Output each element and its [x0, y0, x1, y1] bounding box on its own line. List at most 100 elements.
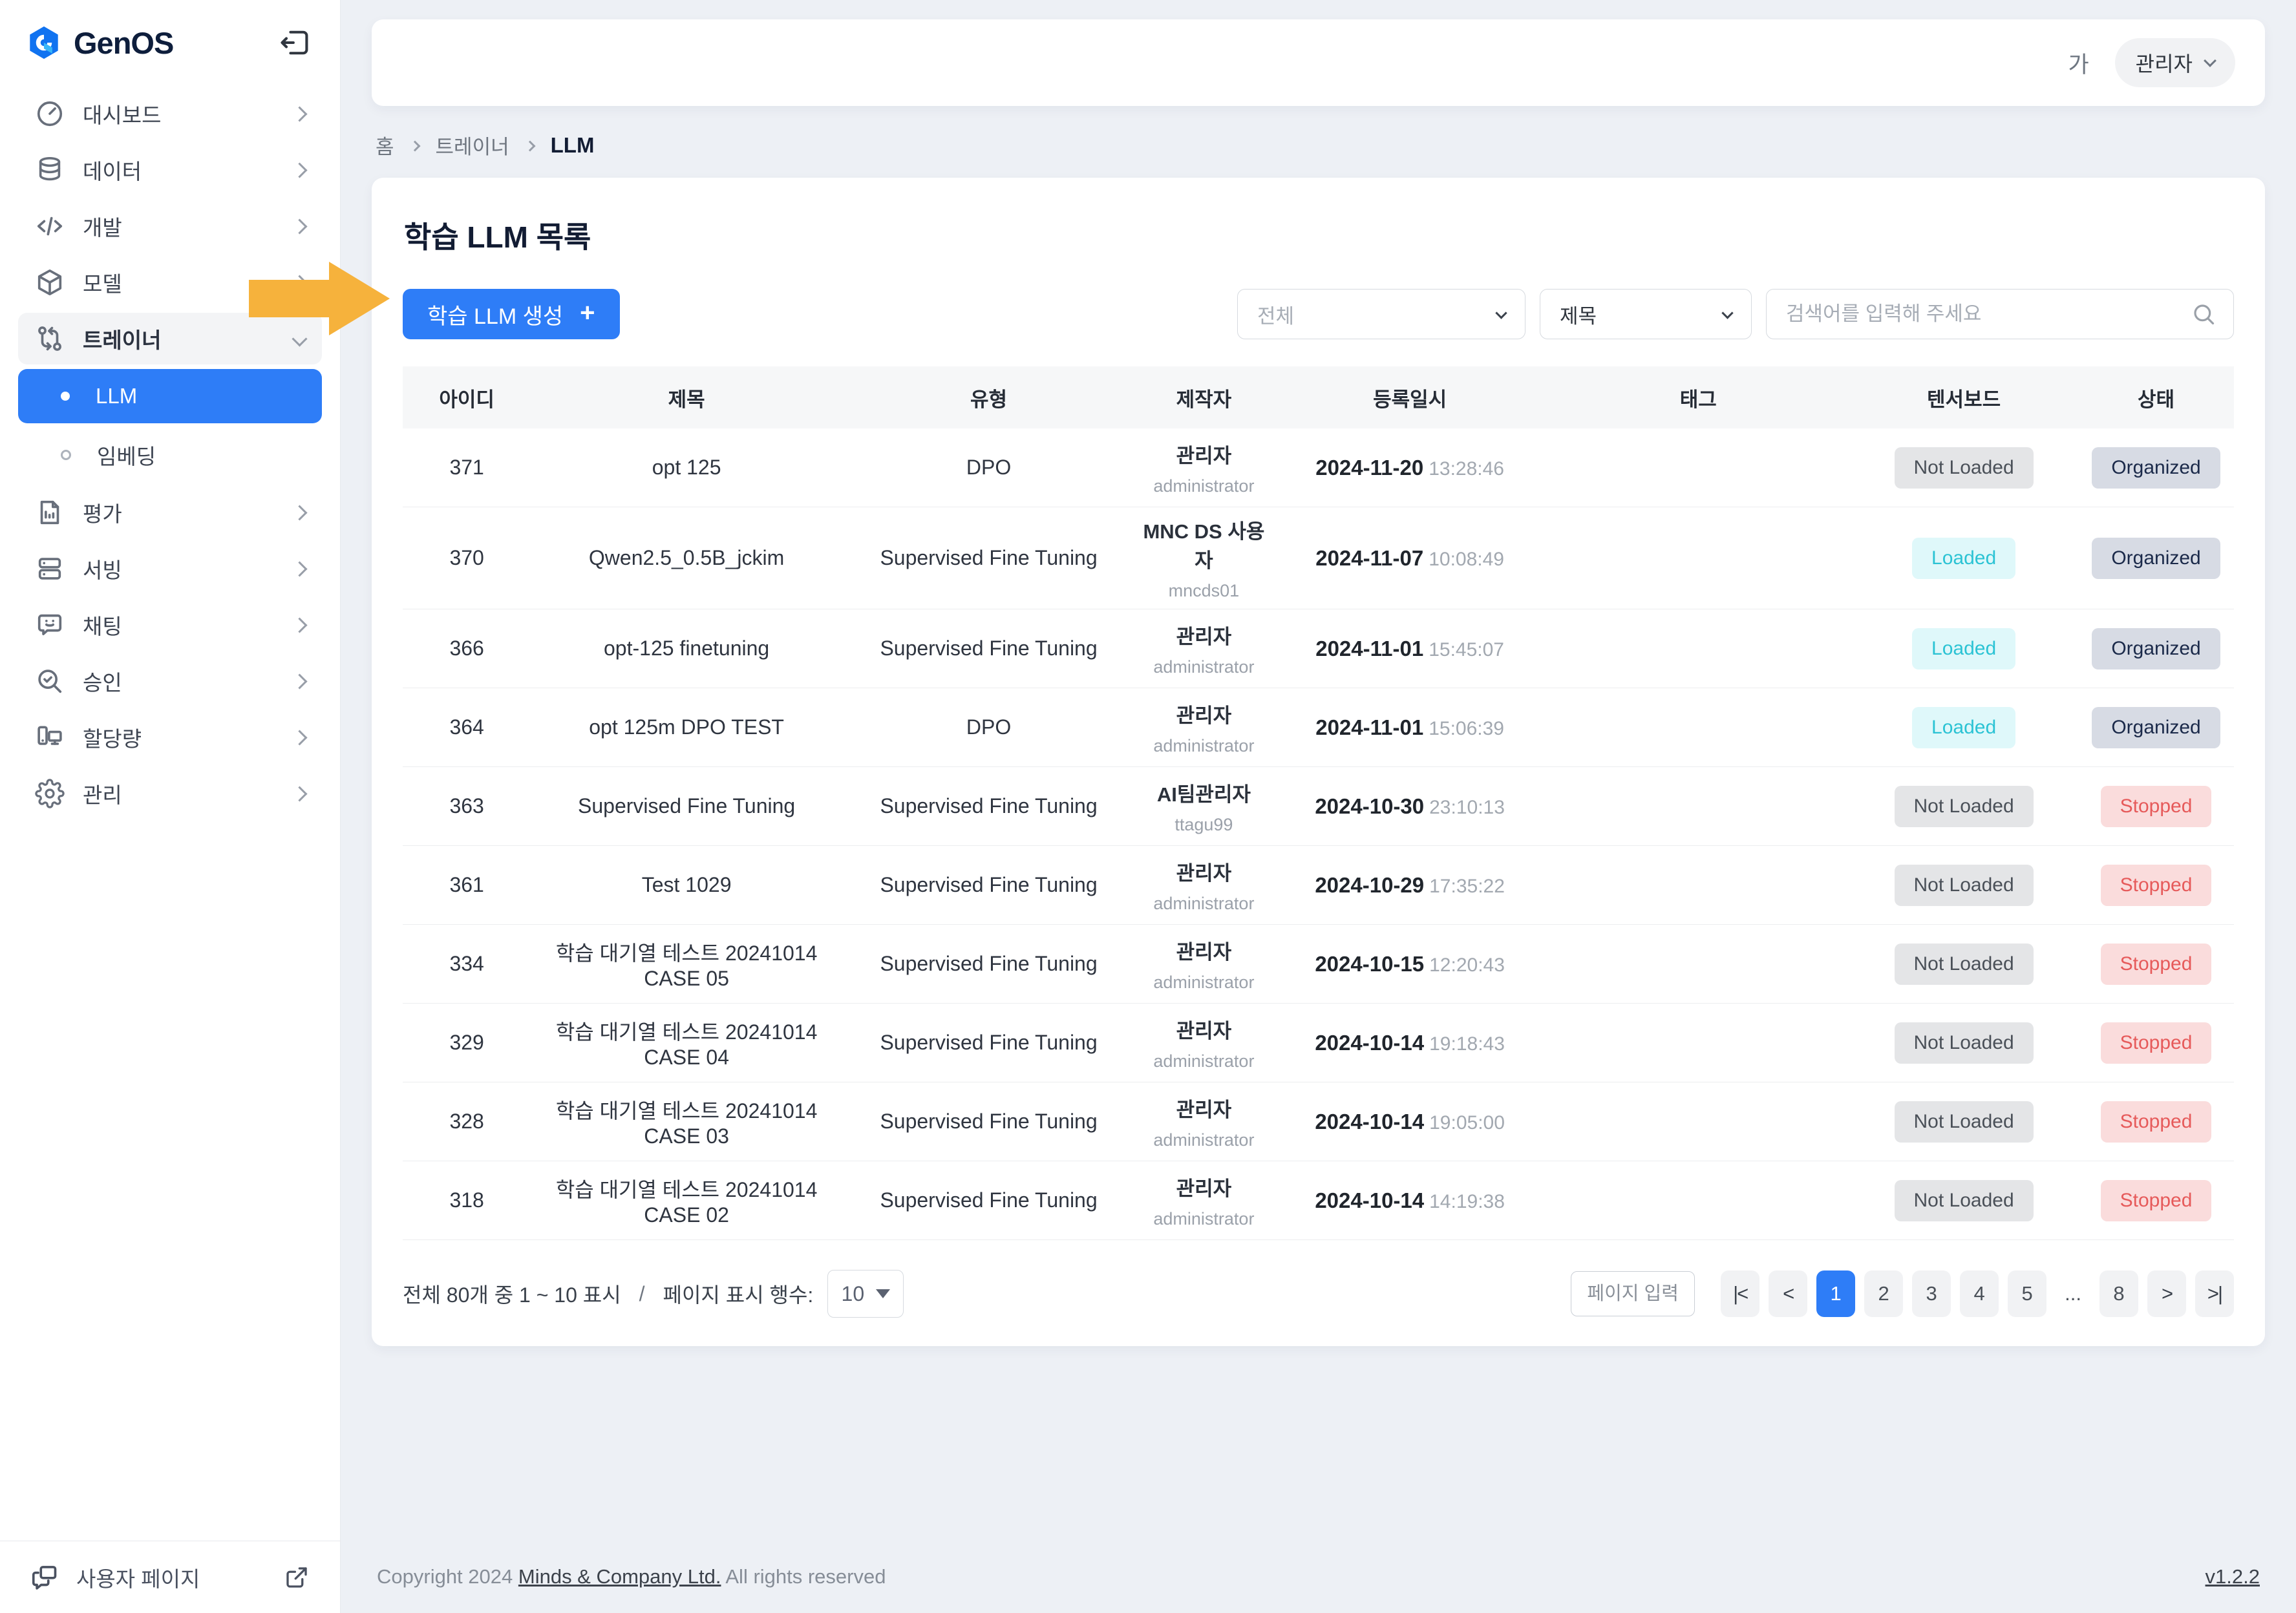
breadcrumb-trainer[interactable]: 트레이너	[436, 131, 509, 160]
sidebar-item-dashboard[interactable]: 대시보드	[18, 88, 322, 140]
next-page-button[interactable]: >	[2147, 1270, 2186, 1317]
first-page-button[interactable]: |<	[1721, 1270, 1759, 1317]
sidebar-item-quota[interactable]: 할당량	[18, 712, 322, 763]
cell-id: 318	[403, 1188, 531, 1212]
cell-title: opt 125m DPO TEST	[531, 715, 842, 739]
chat-bubbles-icon	[30, 1563, 59, 1592]
status-badge: Organized	[2092, 707, 2220, 748]
cell-title: 학습 대기열 테스트 20241014 CASE 05	[531, 937, 842, 991]
sidebar-item-data[interactable]: 데이터	[18, 144, 322, 196]
filter-category-select[interactable]: 전체	[1237, 289, 1525, 339]
filter-field-select[interactable]: 제목	[1540, 289, 1752, 339]
bullet-outline-icon	[61, 450, 71, 460]
sidebar-item-develop[interactable]: 개발	[18, 200, 322, 252]
cell-type: DPO	[842, 715, 1135, 739]
sidebar-header: GenOS	[0, 0, 340, 76]
chevron-right-icon	[409, 140, 420, 151]
cell-tensorboard: Loaded	[1849, 707, 2078, 748]
page-number-input[interactable]	[1571, 1271, 1695, 1316]
sidebar-item-evaluation[interactable]: 평가	[18, 487, 322, 538]
font-size-button[interactable]: 가	[2068, 47, 2089, 79]
table-row[interactable]: 318 학습 대기열 테스트 20241014 CASE 02 Supervis…	[403, 1161, 2234, 1240]
status-badge: Stopped	[2101, 1180, 2212, 1221]
filters: 전체 제목	[1237, 289, 2234, 339]
cell-id: 370	[403, 546, 531, 570]
chevron-right-icon	[292, 617, 307, 633]
cell-regdate: 2024-10-1414:19:38	[1273, 1188, 1547, 1213]
cell-tensorboard: Not Loaded	[1849, 786, 2078, 827]
breadcrumb-home[interactable]: 홈	[376, 131, 394, 160]
page-ellipsis: ...	[2056, 1270, 2090, 1317]
cell-creator: 관리자 administrator	[1135, 1172, 1272, 1229]
cell-id: 363	[403, 794, 531, 818]
sidebar-item-embedding[interactable]: 임베딩	[18, 428, 322, 482]
sidebar-item-trainer[interactable]: 트레이너	[18, 313, 322, 364]
user-page-label: 사용자 페이지	[76, 1562, 266, 1593]
search-input[interactable]	[1786, 302, 2180, 326]
cell-id: 361	[403, 873, 531, 897]
sidebar-item-llm[interactable]: LLM	[18, 369, 322, 423]
cell-tensorboard: Loaded	[1849, 538, 2078, 579]
cell-type: DPO	[842, 456, 1135, 480]
sidebar-collapse-icon[interactable]	[278, 26, 312, 59]
prev-page-button[interactable]: <	[1769, 1270, 1807, 1317]
logo-text: GenOS	[74, 25, 173, 61]
gauge-icon	[35, 99, 65, 129]
cell-id: 328	[403, 1110, 531, 1133]
cell-type: Supervised Fine Tuning	[842, 637, 1135, 660]
create-llm-button[interactable]: 학습 LLM 생성 +	[403, 289, 620, 339]
chevron-right-icon	[292, 275, 307, 290]
last-page-button[interactable]: >|	[2195, 1270, 2234, 1317]
cell-type: Supervised Fine Tuning	[842, 794, 1135, 818]
cube-icon	[35, 268, 65, 297]
user-page-link[interactable]: 사용자 페이지	[0, 1541, 340, 1613]
cell-status: Stopped	[2078, 1022, 2234, 1064]
table-row[interactable]: 370 Qwen2.5_0.5B_jckim Supervised Fine T…	[403, 507, 2234, 609]
devices-icon	[35, 722, 65, 752]
cell-id: 366	[403, 637, 531, 660]
cell-id: 329	[403, 1031, 531, 1055]
tensorboard-badge: Loaded	[1912, 628, 2015, 669]
user-menu[interactable]: 관리자	[2115, 38, 2235, 87]
sidebar-item-serving[interactable]: 서빙	[18, 543, 322, 595]
cell-creator: 관리자 administrator	[1135, 439, 1272, 496]
table-row[interactable]: 334 학습 대기열 테스트 20241014 CASE 05 Supervis…	[403, 925, 2234, 1004]
page-button[interactable]: 4	[1960, 1270, 1999, 1317]
version-link[interactable]: v1.2.2	[2206, 1565, 2260, 1588]
external-link-icon	[283, 1564, 310, 1591]
pagination-summary: 전체 80개 중 1 ~ 10 표시 / 페이지 표시 행수: 10	[403, 1270, 904, 1318]
cell-regdate: 2024-11-0115:06:39	[1273, 715, 1547, 740]
table-row[interactable]: 328 학습 대기열 테스트 20241014 CASE 03 Supervis…	[403, 1082, 2234, 1161]
tensorboard-badge: Not Loaded	[1895, 944, 2034, 985]
cell-regdate: 2024-10-2917:35:22	[1273, 873, 1547, 898]
page-button[interactable]: 3	[1912, 1270, 1951, 1317]
table-row[interactable]: 371 opt 125 DPO 관리자 administrator 2024-1…	[403, 428, 2234, 507]
page-button[interactable]: 2	[1864, 1270, 1903, 1317]
table-row[interactable]: 329 학습 대기열 테스트 20241014 CASE 04 Supervis…	[403, 1004, 2234, 1082]
active-bullet-icon	[61, 392, 70, 401]
gear-icon	[35, 779, 65, 808]
rows-per-page-select[interactable]: 10	[827, 1270, 904, 1318]
sidebar-item-chat[interactable]: 채팅	[18, 599, 322, 651]
table-row[interactable]: 361 Test 1029 Supervised Fine Tuning 관리자…	[403, 846, 2234, 925]
company-link[interactable]: Minds & Company Ltd.	[518, 1565, 721, 1588]
table-row[interactable]: 363 Supervised Fine Tuning Supervised Fi…	[403, 767, 2234, 846]
table-row[interactable]: 366 opt-125 finetuning Supervised Fine T…	[403, 609, 2234, 688]
table-row[interactable]: 364 opt 125m DPO TEST DPO 관리자 administra…	[403, 688, 2234, 767]
user-menu-label: 관리자	[2136, 48, 2193, 78]
chat-bubble-icon	[35, 610, 65, 640]
search-icon[interactable]	[2191, 301, 2216, 327]
cell-creator: 관리자 administrator	[1135, 936, 1272, 993]
column-header-status: 상태	[2078, 383, 2234, 412]
sidebar-item-admin[interactable]: 관리	[18, 768, 322, 819]
sidebar-item-approval[interactable]: 승인	[18, 655, 322, 707]
cell-tensorboard: Not Loaded	[1849, 1101, 2078, 1143]
page-button[interactable]: 8	[2099, 1270, 2138, 1317]
cell-type: Supervised Fine Tuning	[842, 1031, 1135, 1055]
cell-title: 학습 대기열 테스트 20241014 CASE 03	[531, 1095, 842, 1148]
page-button[interactable]: 1	[1816, 1270, 1855, 1317]
page-button[interactable]: 5	[2008, 1270, 2046, 1317]
sidebar-item-model[interactable]: 모델	[18, 257, 322, 308]
cell-creator: 관리자 administrator	[1135, 1015, 1272, 1071]
cell-status: Organized	[2078, 707, 2234, 748]
